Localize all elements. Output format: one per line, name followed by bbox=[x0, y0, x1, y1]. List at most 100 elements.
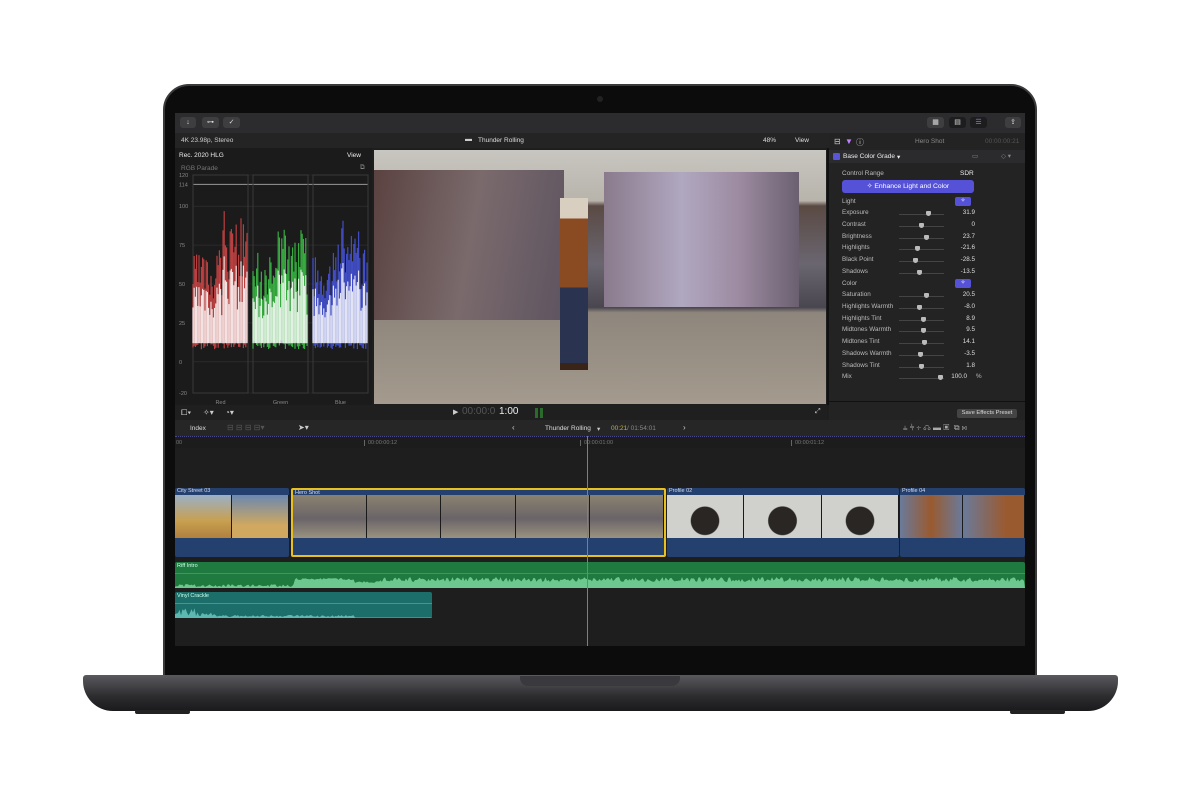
control-range-select[interactable]: SDR bbox=[960, 170, 974, 177]
param-value[interactable]: 100.0 bbox=[951, 373, 967, 380]
param-row: Midtones Warmth 9.5 bbox=[842, 326, 1017, 338]
param-row: Highlights Tint 8.9 bbox=[842, 315, 1017, 327]
playhead[interactable] bbox=[587, 436, 588, 646]
scope-settings-icon[interactable]: ⧉ bbox=[360, 164, 365, 172]
chevron-down-icon[interactable]: ▾ bbox=[597, 425, 600, 433]
param-slider-knob[interactable] bbox=[921, 317, 926, 322]
param-value[interactable]: -13.5 bbox=[961, 268, 975, 275]
param-slider-knob[interactable] bbox=[919, 364, 924, 369]
mask-icon[interactable]: ▭ bbox=[972, 152, 978, 160]
param-value[interactable]: 0 bbox=[971, 221, 975, 228]
param-slider-knob[interactable] bbox=[926, 211, 931, 216]
param-label: Highlights Tint bbox=[842, 315, 882, 322]
timeline-tools-icons[interactable]: ⫨ ⫩ ⊹ ☊ ▬ ▣ ⧉ ⋈ bbox=[903, 423, 967, 433]
param-slider-knob[interactable] bbox=[913, 258, 918, 263]
param-row: Highlights -21.6 bbox=[842, 244, 1017, 256]
param-row: Saturation 20.5 bbox=[842, 291, 1017, 303]
info-icon[interactable]: ⓘ bbox=[856, 137, 864, 148]
param-slider-knob[interactable] bbox=[919, 223, 924, 228]
index-button[interactable]: Index bbox=[190, 425, 206, 432]
scopes-view-menu[interactable]: View bbox=[347, 152, 361, 159]
viewer-video-frame bbox=[374, 150, 826, 404]
timeline-ruler[interactable]: 00 00:00:00:12 00:00:01:00 00:00:01:12 bbox=[175, 436, 1025, 448]
param-slider-knob[interactable] bbox=[921, 328, 926, 333]
auto-enhance-icon[interactable]: ✧ bbox=[955, 197, 971, 206]
timecode[interactable]: 1:00 bbox=[499, 406, 518, 417]
fullscreen-icon[interactable]: ⤢ bbox=[815, 408, 821, 416]
param-slider[interactable] bbox=[899, 214, 944, 215]
import-icon[interactable]: ↓ bbox=[180, 117, 196, 128]
clip-name: Profile 02 bbox=[669, 488, 692, 494]
timeline-duration: / 01:54:01 bbox=[627, 425, 656, 432]
play-icon[interactable]: ▶ bbox=[453, 408, 458, 416]
param-value[interactable]: 20.5 bbox=[963, 291, 975, 298]
param-value[interactable]: 31.9 bbox=[963, 209, 975, 216]
effect-checkbox[interactable] bbox=[833, 153, 840, 160]
video-clip-profile-02[interactable]: Profile 02 bbox=[667, 488, 899, 557]
param-slider-knob[interactable] bbox=[917, 305, 922, 310]
param-row: Contrast 0 bbox=[842, 221, 1017, 233]
share-icon[interactable]: ⇪ bbox=[1005, 117, 1021, 128]
back-nav-icon[interactable]: ‹ bbox=[512, 423, 515, 432]
enhance-light-color-button[interactable]: ✧ Enhance Light and Color bbox=[842, 180, 974, 193]
video-clip-city-street-03[interactable]: City Street 03 bbox=[175, 488, 289, 557]
param-value[interactable]: -8.0 bbox=[964, 303, 975, 310]
laptop-foot bbox=[135, 710, 190, 714]
param-row: Exposure 31.9 bbox=[842, 209, 1017, 221]
mix-slider-knob[interactable] bbox=[938, 375, 943, 380]
param-slider-knob[interactable] bbox=[915, 246, 920, 251]
rgb-parade: 1201141007550250-20Red Green Blue bbox=[175, 173, 372, 405]
param-slider-knob[interactable] bbox=[917, 270, 922, 275]
save-effects-preset-button[interactable]: Save Effects Preset bbox=[957, 409, 1017, 418]
transform-icon[interactable]: ⧠▾ bbox=[181, 408, 191, 418]
param-row: Shadows -13.5 bbox=[842, 268, 1017, 280]
select-tool-icon[interactable]: ➤▾ bbox=[298, 423, 309, 432]
viewer-view-menu[interactable]: View bbox=[795, 137, 809, 144]
param-value[interactable]: 1.8 bbox=[966, 362, 975, 369]
param-slider[interactable] bbox=[899, 238, 944, 239]
audio-clip-vinyl-crackle[interactable]: Vinyl Crackle bbox=[175, 592, 432, 618]
scope-tick-label: 100 bbox=[179, 204, 188, 210]
param-slider-knob[interactable] bbox=[918, 352, 923, 357]
param-row: Shadows Warmth -3.5 bbox=[842, 350, 1017, 362]
forward-nav-icon[interactable]: › bbox=[683, 423, 686, 432]
keyframe-icon[interactable]: ◇ ▾ bbox=[1001, 152, 1011, 160]
auto-enhance-icon[interactable]: ✧ bbox=[955, 279, 971, 288]
video-clip-hero-shot[interactable]: Hero Shot bbox=[291, 488, 666, 557]
audio-clip-riff-intro[interactable]: Riff Intro bbox=[175, 562, 1025, 588]
param-slider[interactable] bbox=[899, 296, 944, 297]
param-value[interactable]: 8.9 bbox=[966, 315, 975, 322]
edit-buttons-icon[interactable]: ⊟ ⊟ ⊟ ⊟▾ bbox=[227, 423, 265, 432]
laptop-foot bbox=[1010, 710, 1065, 714]
enhance-icon[interactable]: ✧▾ bbox=[203, 408, 214, 417]
param-slider-knob[interactable] bbox=[924, 293, 929, 298]
video-clip-profile-04[interactable]: Profile 04 bbox=[900, 488, 1025, 557]
param-value[interactable]: -21.6 bbox=[961, 244, 975, 251]
effect-header: Base Color Grade ▾ ▭ ◇ ▾ bbox=[829, 150, 1025, 163]
color-inspector-icon[interactable]: ▼ bbox=[845, 137, 853, 146]
param-label: Shadows bbox=[842, 268, 868, 275]
param-slider-knob[interactable] bbox=[924, 235, 929, 240]
timeline-project-name[interactable]: Thunder Rolling bbox=[545, 425, 591, 432]
browser-layout-icon[interactable]: ▦ bbox=[927, 117, 944, 128]
param-value[interactable]: 14.1 bbox=[963, 338, 975, 345]
inspector-layout-icon[interactable]: ☰ bbox=[970, 117, 987, 128]
param-value[interactable]: 9.5 bbox=[966, 326, 975, 333]
param-label: Mix bbox=[842, 373, 852, 380]
timeline-layout-icon[interactable]: ▤ bbox=[949, 117, 966, 128]
param-value[interactable]: -28.5 bbox=[961, 256, 975, 263]
keyword-icon[interactable]: ⊶ bbox=[202, 117, 219, 128]
checkmark-icon[interactable]: ✓ bbox=[223, 117, 240, 128]
video-inspector-icon[interactable]: ⊟ bbox=[834, 137, 841, 146]
param-value[interactable]: -3.5 bbox=[964, 350, 975, 357]
param-value[interactable]: 23.7 bbox=[963, 233, 975, 240]
zoom-level[interactable]: 48% bbox=[763, 137, 776, 144]
effect-name[interactable]: Base Color Grade bbox=[843, 153, 895, 160]
speed-icon[interactable]: ◔▾ bbox=[225, 408, 234, 417]
chevron-down-icon[interactable]: ▾ bbox=[897, 153, 900, 161]
graffiti-wall bbox=[604, 172, 799, 307]
color-section-label: Color bbox=[842, 280, 857, 287]
param-slider[interactable] bbox=[899, 249, 944, 250]
param-slider-knob[interactable] bbox=[922, 340, 927, 345]
param-slider[interactable] bbox=[899, 261, 944, 262]
